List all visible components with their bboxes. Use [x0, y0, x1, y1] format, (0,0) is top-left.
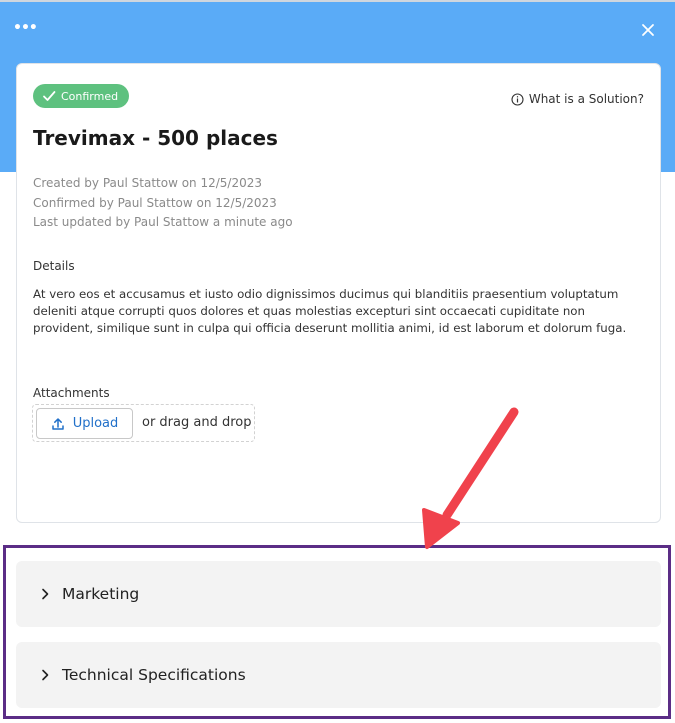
- section-technical-specifications-label: Technical Specifications: [62, 666, 246, 684]
- details-label: Details: [33, 259, 75, 273]
- section-marketing-label: Marketing: [62, 585, 140, 603]
- page-title: Trevimax - 500 places: [33, 126, 278, 150]
- details-text: At vero eos et accusamus et iusto odio d…: [33, 287, 627, 335]
- status-badge-label: Confirmed: [61, 89, 119, 103]
- upload-button-label: Upload: [72, 416, 119, 431]
- solution-card: Confirmed What is a Solution? Trevimax -…: [16, 63, 661, 523]
- more-horizontal-icon: •••: [13, 20, 38, 36]
- upload-icon: [51, 417, 64, 430]
- check-icon: [43, 91, 56, 101]
- top-edge: [0, 0, 675, 2]
- status-badge: Confirmed: [33, 84, 130, 108]
- more-options-button[interactable]: •••: [13, 21, 38, 38]
- close-icon: [642, 24, 654, 36]
- upload-button[interactable]: Upload: [36, 408, 133, 439]
- close-button[interactable]: [639, 21, 657, 39]
- audit-info: Created by Paul Stattow on 12/5/2023 Con…: [33, 174, 293, 233]
- updated-info: Last updated by Paul Stattow a minute ag…: [33, 215, 293, 229]
- created-info: Created by Paul Stattow on 12/5/2023: [33, 176, 262, 190]
- chevron-right-icon: [42, 588, 49, 600]
- attachments-label: Attachments: [33, 386, 110, 400]
- confirmed-info: Confirmed by Paul Stattow on 12/5/2023: [33, 195, 277, 210]
- attachments-dropzone[interactable]: Upload or drag and drop: [32, 404, 255, 442]
- section-technical-specifications[interactable]: Technical Specifications: [16, 642, 661, 708]
- what-is-solution-link[interactable]: What is a Solution?: [511, 92, 644, 106]
- help-link-label: What is a Solution?: [528, 92, 644, 106]
- chevron-right-icon: [42, 669, 49, 681]
- section-marketing[interactable]: Marketing: [16, 561, 661, 627]
- drag-drop-text: or drag and drop: [142, 415, 252, 430]
- info-icon: [511, 92, 524, 106]
